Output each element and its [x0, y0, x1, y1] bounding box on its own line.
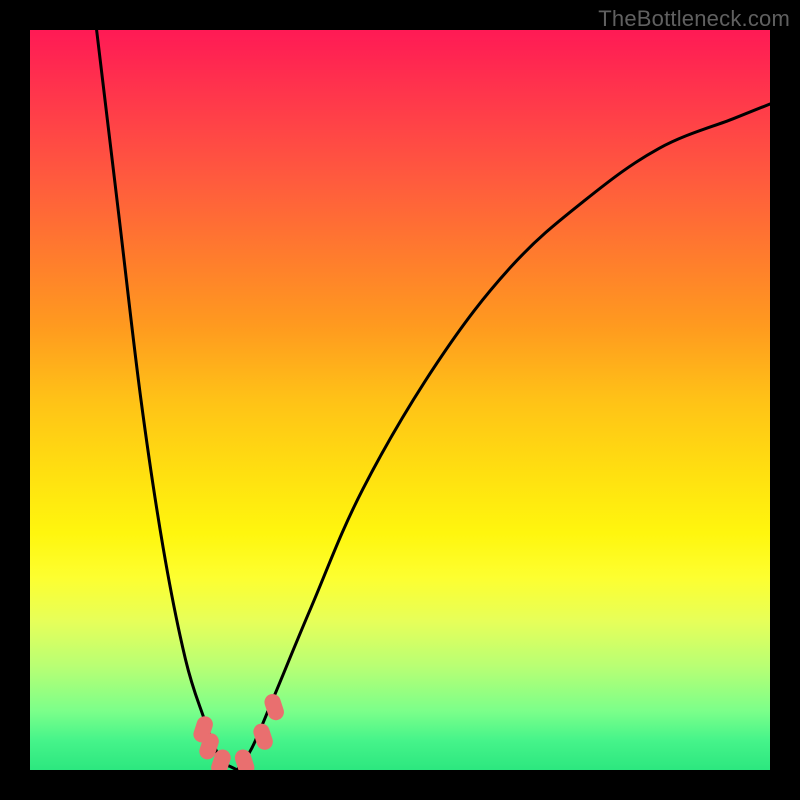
marker-point — [251, 722, 275, 752]
curve-left-branch — [97, 30, 238, 770]
chart-plot-area — [30, 30, 770, 770]
bottleneck-curve — [97, 30, 770, 770]
chart-svg — [30, 30, 770, 770]
curve-right-branch — [237, 104, 770, 770]
attribution-text: TheBottleneck.com — [598, 6, 790, 32]
bottleneck-markers — [191, 692, 286, 770]
chart-frame: TheBottleneck.com — [0, 0, 800, 800]
marker-point — [233, 747, 257, 770]
